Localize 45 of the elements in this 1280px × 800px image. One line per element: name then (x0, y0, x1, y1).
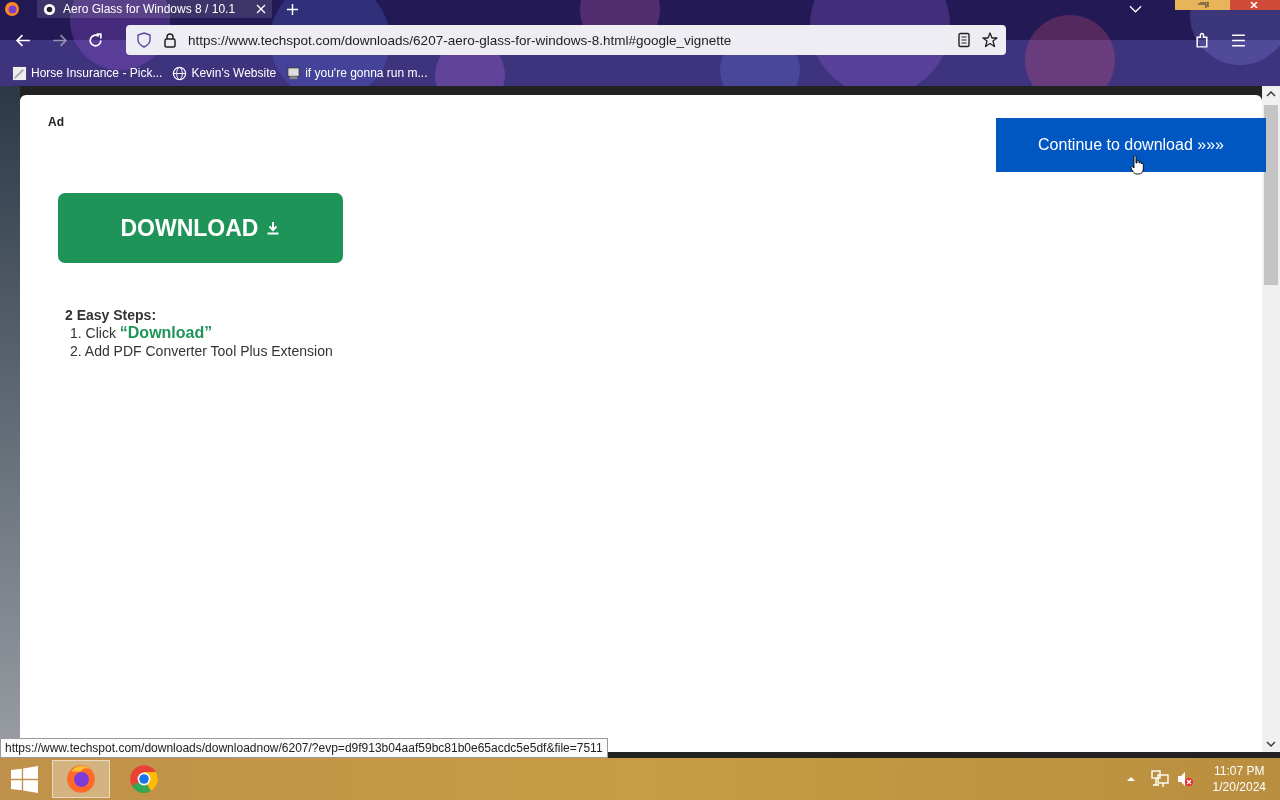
new-tab-icon[interactable] (286, 2, 299, 16)
fox-globe-icon (65, 763, 97, 795)
caret-up-icon[interactable] (1125, 776, 1136, 782)
step-text: 2. Add PDF Converter Tool Plus Extension (69, 343, 333, 359)
reload-icon[interactable] (87, 31, 104, 49)
continue-download-button[interactable]: Continue to download »»» (996, 118, 1266, 172)
scrollbar[interactable] (1262, 86, 1280, 752)
link-status-tooltip: https://www.techspot.com/downloads/downloadnow/6207/?evp=d9f913b04aaf59bc81b0e65acdc5e5df&file=7511 (0, 738, 608, 758)
muted-speaker-icon[interactable] (1175, 770, 1194, 788)
reader-view-icon[interactable] (956, 32, 972, 48)
close-icon[interactable] (256, 4, 266, 14)
bookmark-item[interactable]: Kevin's Website (172, 65, 277, 81)
scroll-down-icon[interactable] (1266, 741, 1276, 747)
address-bar[interactable]: https://www.techspot.com/downloads/6207-aero-glass-for-windows-8.html#google_vignette (126, 25, 1006, 55)
bookmark-item[interactable]: Horse Insurance - Pick... (12, 65, 163, 81)
windows-start-icon[interactable] (11, 765, 38, 793)
taskbar-app[interactable] (52, 760, 110, 798)
scrollbar-thumb[interactable] (1264, 105, 1278, 285)
download-icon (266, 221, 281, 235)
browser-tab[interactable]: Aero Glass for Windows 8 / 10.1 (37, 0, 272, 18)
ad-label: Ad (48, 115, 64, 129)
hand-pointer-icon (1130, 155, 1144, 175)
scroll-up-icon[interactable] (1266, 91, 1276, 97)
step-text: 1. Click “Download” (69, 324, 214, 342)
url-text: https://www.techspot.com/downloads/6207-aero-glass-for-windows-8.html#google_vignette (188, 32, 733, 48)
chrome-icon (128, 763, 160, 795)
globe-icon (172, 65, 188, 81)
bookmark-item[interactable]: if you're gonna run m... (286, 65, 428, 81)
clock-time: 11:07 PM (1214, 763, 1265, 779)
tab-title: Aero Glass for Windows 8 / 10.1 (63, 2, 237, 16)
close-icon (1250, 2, 1260, 8)
restore-icon (1196, 2, 1209, 8)
network-icon[interactable] (1150, 770, 1169, 788)
shield-icon (136, 32, 152, 48)
chevron-down-icon[interactable] (1129, 5, 1142, 13)
browser-logo-icon (4, 1, 20, 17)
computer-icon (286, 65, 302, 81)
site-icon (43, 2, 56, 16)
menu-icon[interactable] (1230, 31, 1247, 49)
download-button[interactable]: DOWNLOAD (58, 193, 343, 263)
clock-date: 1/20/2024 (1212, 779, 1266, 795)
lock-icon (162, 32, 178, 48)
steps-heading: 2 Easy Steps: (65, 307, 158, 323)
close-button[interactable] (1230, 0, 1280, 10)
star-icon[interactable] (982, 32, 998, 48)
